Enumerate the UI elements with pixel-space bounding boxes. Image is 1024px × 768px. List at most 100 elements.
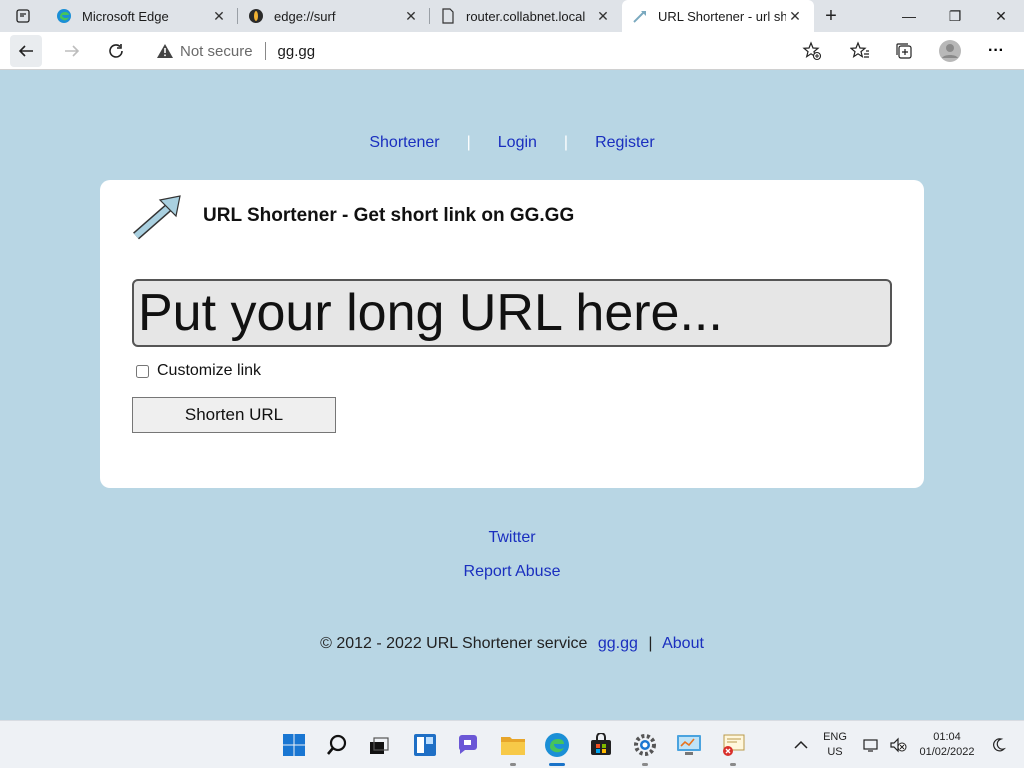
language-indicator[interactable]: ENG US <box>818 721 852 768</box>
store-icon <box>591 733 611 755</box>
forward-button[interactable] <box>56 35 88 67</box>
store-button[interactable] <box>586 730 616 760</box>
shortener-card: URL Shortener - Get short link on GG.GG … <box>100 180 924 488</box>
site-link[interactable]: gg.gg <box>598 635 638 652</box>
running-indicator <box>730 763 736 766</box>
customize-link-label: Customize link <box>157 362 262 379</box>
settings-icon <box>634 734 656 756</box>
clock-date: 01/02/2022 <box>919 746 975 758</box>
control-panel-button[interactable] <box>674 730 704 760</box>
task-view-icon <box>370 737 389 754</box>
search-button[interactable] <box>322 730 352 760</box>
tab-router[interactable]: router.collabnet.local ✕ <box>430 0 622 32</box>
copyright-footer: © 2012 - 2022 URL Shortener service gg.g… <box>0 635 1024 653</box>
tab-strip: Microsoft Edge ✕ edge://surf ✕ router.co… <box>0 0 1024 32</box>
arrow-logo-icon <box>133 195 181 240</box>
clock[interactable]: 01:04 01/02/2022 <box>912 721 982 768</box>
back-button[interactable] <box>10 35 42 67</box>
start-icon <box>283 734 305 756</box>
security-label[interactable]: Not secure <box>180 43 253 60</box>
nav-register-link[interactable]: Register <box>595 134 655 152</box>
volume-button[interactable] <box>888 721 908 768</box>
more-options-button[interactable]: ··· <box>980 35 1012 67</box>
close-tab-icon[interactable]: ✕ <box>594 8 612 25</box>
address-bar[interactable]: Not secure gg.gg <box>146 35 836 67</box>
chat-icon <box>459 735 477 754</box>
collections-icon <box>896 43 912 59</box>
file-explorer-button[interactable] <box>498 730 528 766</box>
close-tab-icon[interactable]: ✕ <box>210 8 228 25</box>
footer-separator: | <box>648 635 653 652</box>
page-icon <box>440 8 456 24</box>
report-abuse-link[interactable]: Report Abuse <box>464 563 561 580</box>
avatar-icon <box>939 40 961 62</box>
twitter-row: Twitter <box>0 529 1024 547</box>
top-navigation: Shortener | Login | Register <box>0 134 1024 152</box>
tab-edge-surf[interactable]: edge://surf ✕ <box>238 0 430 32</box>
language-code: ENG <box>823 731 847 743</box>
certificate-button[interactable] <box>718 730 748 766</box>
show-hidden-icons-button[interactable] <box>790 721 812 768</box>
close-tab-icon[interactable]: ✕ <box>786 8 804 25</box>
tab-actions-button[interactable] <box>0 0 46 32</box>
focus-assist-button[interactable] <box>988 721 1008 768</box>
copyright-text: © 2012 - 2022 URL Shortener service <box>320 635 588 652</box>
minimize-button[interactable]: — <box>886 0 932 32</box>
start-button[interactable] <box>279 730 309 760</box>
collections-button[interactable] <box>888 35 920 67</box>
surf-icon <box>248 8 264 24</box>
tab-title: edge://surf <box>274 8 336 24</box>
running-indicator <box>510 763 516 766</box>
certificate-icon <box>723 734 745 756</box>
customize-link-option[interactable]: Customize link <box>136 362 261 380</box>
customize-link-checkbox[interactable] <box>136 364 149 378</box>
network-button[interactable] <box>862 721 882 768</box>
tab-title: URL Shortener - url sho <box>658 8 786 24</box>
profile-button[interactable] <box>934 35 966 67</box>
shorten-url-button[interactable]: Shorten URL <box>132 397 336 433</box>
arrow-favicon-icon <box>632 8 648 24</box>
network-icon <box>863 739 878 752</box>
edge-icon <box>545 733 569 757</box>
warning-icon[interactable] <box>156 43 174 59</box>
refresh-button[interactable] <box>100 35 132 67</box>
control-panel-icon <box>677 735 701 755</box>
volume-muted-icon <box>890 737 907 753</box>
twitter-link[interactable]: Twitter <box>488 529 535 546</box>
task-view-button[interactable] <box>364 730 394 760</box>
maximize-button[interactable]: ❐ <box>932 0 978 32</box>
long-url-input[interactable] <box>132 279 892 347</box>
tab-title: router.collabnet.local <box>466 8 586 24</box>
url-text[interactable]: gg.gg <box>278 43 316 60</box>
chevron-up-icon <box>794 740 808 749</box>
about-link[interactable]: About <box>662 635 704 652</box>
tab-url-shortener[interactable]: URL Shortener - url sho ✕ <box>622 0 814 32</box>
widgets-button[interactable] <box>410 730 440 760</box>
tab-microsoft-edge[interactable]: Microsoft Edge ✕ <box>46 0 238 32</box>
nav-separator: | <box>466 134 471 151</box>
report-row: Report Abuse <box>0 563 1024 581</box>
running-indicator <box>642 763 648 766</box>
favorites-icon <box>850 41 869 58</box>
file-explorer-icon <box>501 737 525 755</box>
add-favorite-button[interactable] <box>796 35 828 67</box>
refresh-icon <box>109 44 123 58</box>
settings-button[interactable] <box>630 730 660 766</box>
favorites-button[interactable] <box>844 35 876 67</box>
close-window-button[interactable]: ✕ <box>978 0 1024 32</box>
chat-button[interactable] <box>453 730 483 760</box>
close-tab-icon[interactable]: ✕ <box>402 8 420 25</box>
clock-time: 01:04 <box>933 731 961 743</box>
edge-taskbar-button[interactable] <box>542 730 572 766</box>
search-icon <box>327 734 347 755</box>
nav-login-link[interactable]: Login <box>498 134 537 152</box>
nav-shortener-link[interactable]: Shortener <box>369 134 439 152</box>
tab-title: Microsoft Edge <box>82 8 169 24</box>
edge-icon <box>56 8 72 24</box>
page-title: URL Shortener - Get short link on GG.GG <box>203 205 575 226</box>
taskbar: ENG US 01:04 01/02/2022 <box>0 720 1024 768</box>
tab-actions-icon <box>16 9 30 23</box>
new-tab-button[interactable]: + <box>814 0 848 32</box>
back-arrow-icon <box>18 45 33 57</box>
forward-arrow-icon <box>65 45 80 57</box>
